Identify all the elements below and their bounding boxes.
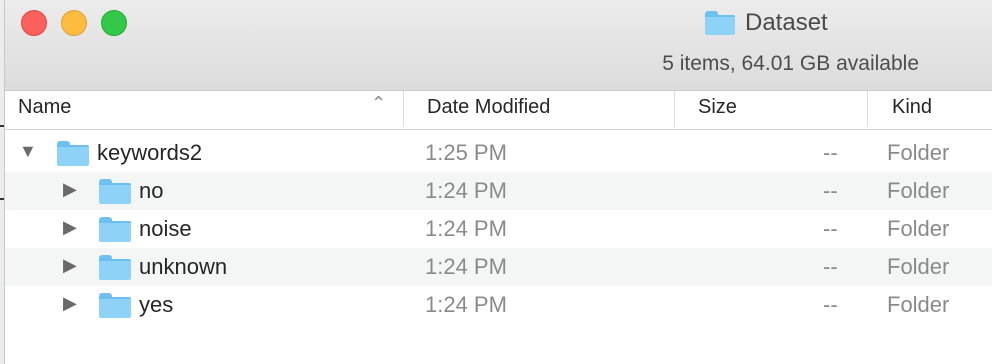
file-name: yes <box>139 292 174 317</box>
column-header-size[interactable]: Size <box>698 96 737 119</box>
date-modified: 1:24 PM <box>425 216 507 241</box>
file-kind: Folder <box>887 178 950 203</box>
folder-icon <box>57 141 89 166</box>
disclosure-triangle-right-icon[interactable]: ▶ <box>63 255 77 276</box>
window-title: Dataset <box>705 8 828 38</box>
column-divider[interactable] <box>867 91 868 127</box>
date-modified: 1:24 PM <box>425 254 507 279</box>
file-kind: Folder <box>887 140 950 165</box>
title-bar[interactable]: Dataset 5 items, 64.01 GB available <box>5 0 992 91</box>
file-size: -- <box>823 140 838 165</box>
minimize-button[interactable] <box>61 10 87 36</box>
column-header-kind[interactable]: Kind <box>892 96 932 119</box>
close-button[interactable] <box>21 10 47 36</box>
file-list: ▼ keywords2 1:25 PM -- Folder ▶ no 1:24 … <box>5 134 992 324</box>
file-size: -- <box>823 292 838 317</box>
folder-icon <box>99 255 131 280</box>
zoom-button[interactable] <box>101 10 127 36</box>
column-divider[interactable] <box>403 91 404 127</box>
disclosure-triangle-right-icon[interactable]: ▶ <box>63 179 77 200</box>
column-header-date-modified[interactable]: Date Modified <box>427 96 550 119</box>
file-size: -- <box>823 178 838 203</box>
window-title-text: Dataset <box>745 9 828 36</box>
file-name: keywords2 <box>97 140 203 165</box>
list-row[interactable]: ▶ yes 1:24 PM -- Folder <box>5 286 992 324</box>
file-kind: Folder <box>887 216 950 241</box>
list-row[interactable]: ▶ no 1:24 PM -- Folder <box>5 172 992 210</box>
date-modified: 1:24 PM <box>425 292 507 317</box>
finder-window: Dataset 5 items, 64.01 GB available Name… <box>4 0 992 364</box>
list-row[interactable]: ▼ keywords2 1:25 PM -- Folder <box>5 134 992 172</box>
folder-icon <box>99 293 131 318</box>
column-header-name[interactable]: Name <box>18 96 71 119</box>
file-name: no <box>139 178 164 203</box>
file-name: noise <box>139 216 192 241</box>
disclosure-triangle-right-icon[interactable]: ▶ <box>63 217 77 238</box>
date-modified: 1:24 PM <box>425 178 507 203</box>
disclosure-triangle-right-icon[interactable]: ▶ <box>63 293 77 314</box>
disclosure-triangle-down-icon[interactable]: ▼ <box>19 141 37 162</box>
column-header: Name ⌃ Date Modified Size Kind <box>5 91 992 130</box>
column-divider[interactable] <box>674 91 675 127</box>
file-size: -- <box>823 216 838 241</box>
list-row[interactable]: ▶ noise 1:24 PM -- Folder <box>5 210 992 248</box>
folder-icon <box>705 11 735 35</box>
date-modified: 1:25 PM <box>425 140 507 165</box>
file-name: unknown <box>139 254 228 279</box>
file-kind: Folder <box>887 254 950 279</box>
status-bar-text: 5 items, 64.01 GB available <box>662 52 919 75</box>
file-size: -- <box>823 254 838 279</box>
list-row[interactable]: ▶ unknown 1:24 PM -- Folder <box>5 248 992 286</box>
folder-icon <box>99 179 131 204</box>
file-kind: Folder <box>887 292 950 317</box>
sort-ascending-icon[interactable]: ⌃ <box>371 93 386 114</box>
folder-icon <box>99 217 131 242</box>
